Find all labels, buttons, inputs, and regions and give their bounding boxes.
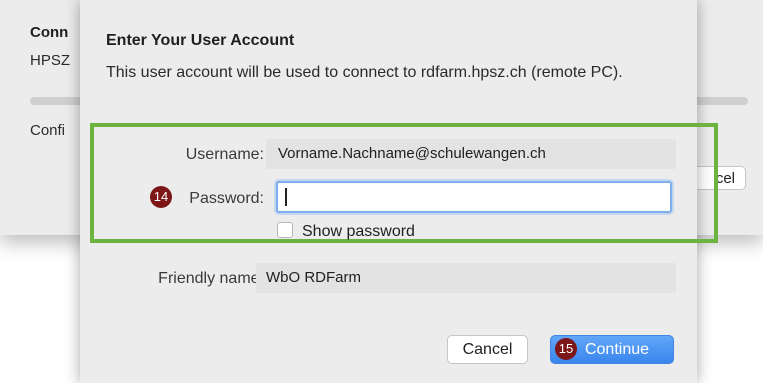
- background-window-title: Conn: [30, 24, 69, 41]
- password-field[interactable]: [276, 181, 672, 213]
- password-label: Password:: [189, 190, 264, 207]
- step-badge-15: 15: [555, 338, 577, 360]
- cancel-button[interactable]: Cancel: [447, 335, 528, 364]
- background-config-label: Confi: [30, 122, 66, 139]
- dialog-title: Enter Your User Account: [106, 32, 295, 49]
- username-field[interactable]: Vorname.Nachname@schulewangen.ch: [266, 139, 676, 169]
- step-badge-14: 14: [150, 186, 172, 208]
- friendly-name-label: Friendly name:: [158, 270, 264, 287]
- show-password-label[interactable]: Show password: [302, 223, 415, 241]
- show-password-checkbox[interactable]: [277, 222, 293, 238]
- dialog-description: This user account will be used to connec…: [106, 64, 623, 81]
- username-label: Username:: [185, 146, 264, 163]
- user-account-dialog: Enter Your User Account This user accoun…: [80, 0, 718, 383]
- friendly-name-field[interactable]: WbO RDFarm: [256, 263, 676, 293]
- background-window-subtitle: HPSZ: [30, 52, 71, 69]
- text-caret: [285, 188, 287, 206]
